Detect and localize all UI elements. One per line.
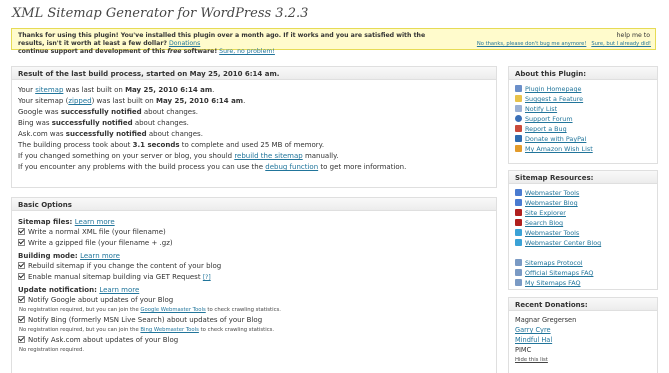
resource-sitemaps-protocol[interactable]: Sitemaps Protocol <box>515 258 651 268</box>
sitemap-link[interactable]: sitemap <box>35 86 63 94</box>
bing-icon <box>515 239 522 246</box>
notice-options: No thanks, please don't bug me anymore! … <box>477 41 651 47</box>
sitemap-resources-title: Sitemap Resources: <box>509 171 657 184</box>
result-box: Result of the last build process, starte… <box>11 66 497 188</box>
checkbox-google[interactable] <box>18 296 25 303</box>
note-ask: No registration required. <box>19 347 85 353</box>
amazon-icon <box>515 145 522 152</box>
result-line-rebuild: If you changed something on your server … <box>18 152 339 160</box>
note-google: No registration required, but you can jo… <box>19 307 281 313</box>
bing-webmaster-tools-link[interactable]: Bing Webmaster Tools <box>140 327 198 333</box>
about-item-notify[interactable]: Notify List <box>515 104 651 114</box>
about-plugin-title: About this Plugin: <box>509 67 657 80</box>
notice-line2-post: software! <box>183 48 218 55</box>
resource-my-faq[interactable]: My Sitemaps FAQ <box>515 278 651 288</box>
about-item-homepage[interactable]: Plugin Homepage <box>515 84 651 94</box>
recent-donations-title: Recent Donations: <box>509 298 657 311</box>
learn-more-link[interactable]: Learn more <box>80 252 120 260</box>
resource-official-faq[interactable]: Official Sitemaps FAQ <box>515 268 651 278</box>
building-mode-section: Building mode: Learn more <box>18 252 120 260</box>
learn-more-link[interactable]: Learn more <box>99 286 139 294</box>
result-line-debug: If you encounter any problems with the b… <box>18 163 407 171</box>
google-webmaster-tools-link[interactable]: Google Webmaster Tools <box>140 307 205 313</box>
yahoo-icon <box>515 219 522 226</box>
donor-link[interactable]: Mindful Hal <box>515 335 651 345</box>
resource-bing-webmaster-tools[interactable]: Webmaster Tools <box>515 228 651 238</box>
option-bing[interactable]: Notify Bing (formerly MSN Live Search) a… <box>18 315 490 326</box>
recent-donations-box: Recent Donations: Magnar Gregersen Garry… <box>508 297 658 373</box>
checkbox-bing[interactable] <box>18 316 25 323</box>
option-google[interactable]: Notify Google about updates of your Blog <box>18 295 490 306</box>
notice-message: Thanks for using this plugin! You've ins… <box>18 32 428 56</box>
checkbox-manual[interactable] <box>18 273 25 280</box>
result-line-ask: Ask.com was successfully notified about … <box>18 130 203 138</box>
result-line-google: Google was successfully notified about c… <box>18 108 198 116</box>
resource-google-webmaster-blog[interactable]: Webmaster Blog <box>515 198 651 208</box>
google-icon <box>515 189 522 196</box>
help-link[interactable]: [?] <box>203 274 211 281</box>
resource-gap <box>515 248 651 258</box>
sitemap-resources-box: Sitemap Resources: Webmaster Tools Webma… <box>508 170 658 290</box>
basic-options-box: Basic Options Sitemap files: Learn more … <box>11 197 497 373</box>
sitemap-files-section: Sitemap files: Learn more <box>18 218 115 226</box>
yahoo-icon <box>515 209 522 216</box>
sitemap-icon <box>515 279 522 286</box>
rebuild-sitemap-link[interactable]: rebuild the sitemap <box>234 152 302 160</box>
checkbox-rebuild[interactable] <box>18 262 25 269</box>
about-item-bug[interactable]: Report a Bug <box>515 124 651 134</box>
result-line-time: The building process took about 3.1 seco… <box>18 141 325 149</box>
resource-yahoo-site-explorer[interactable]: Site Explorer <box>515 208 651 218</box>
sitemap-icon <box>515 269 522 276</box>
about-item-suggest[interactable]: Suggest a Feature <box>515 94 651 104</box>
bug-icon <box>515 125 522 132</box>
about-item-amazon[interactable]: My Amazon Wish List <box>515 144 651 154</box>
update-notification-section: Update notification: Learn more <box>18 286 140 294</box>
learn-more-link[interactable]: Learn more <box>75 218 115 226</box>
result-line-zipped: Your sitemap (zipped) was last built on … <box>18 97 246 105</box>
debug-function-link[interactable]: debug function <box>265 163 318 171</box>
donor-name: PIMC <box>515 346 532 354</box>
checkbox-gz[interactable] <box>18 239 25 246</box>
donor-link[interactable]: Garry Cyre <box>515 325 651 335</box>
resource-yahoo-search-blog[interactable]: Search Blog <box>515 218 651 228</box>
bing-icon <box>515 229 522 236</box>
option-gz[interactable]: Write a gzipped file (your filename + .g… <box>18 238 490 249</box>
resource-google-webmaster-tools[interactable]: Webmaster Tools <box>515 188 651 198</box>
no-thanks-link[interactable]: No thanks, please don't bug me anymore! <box>477 41 586 47</box>
sitemap-icon <box>515 259 522 266</box>
page-title: XML Sitemap Generator for WordPress 3.2.… <box>12 6 309 21</box>
wordpress-icon <box>515 115 522 122</box>
result-line-sitemap: Your sitemap was last built on May 25, 2… <box>18 86 215 94</box>
mail-icon <box>515 105 522 112</box>
paypal-icon <box>515 135 522 142</box>
notice-line2: continue support and development of this <box>18 48 166 55</box>
google-icon <box>515 199 522 206</box>
notice-help-text: help me to <box>616 32 650 39</box>
already-did-link[interactable]: Sure, but I already did! <box>591 41 651 47</box>
zipped-link[interactable]: zipped <box>68 97 91 105</box>
option-rebuild[interactable]: Rebuild sitemap if you change the conten… <box>18 261 490 272</box>
option-manual[interactable]: Enable manual sitemap building via GET R… <box>18 272 490 283</box>
donor-name: Magnar Gregersen <box>515 316 577 324</box>
option-xml[interactable]: Write a normal XML file (your filename) <box>18 227 490 238</box>
home-icon <box>515 85 522 92</box>
about-plugin-box: About this Plugin: Plugin Homepage Sugge… <box>508 66 658 164</box>
hide-list-link[interactable]: Hide this list <box>515 355 651 365</box>
basic-options-title: Basic Options <box>12 198 496 211</box>
checkbox-xml[interactable] <box>18 228 25 235</box>
notice-bold-text: Thanks for using this plugin! You've ins… <box>18 32 426 47</box>
about-item-paypal[interactable]: Donate with PayPal <box>515 134 651 144</box>
result-title: Result of the last build process, starte… <box>12 67 496 80</box>
checkbox-ask[interactable] <box>18 336 25 343</box>
sure-no-problem-link[interactable]: Sure, no problem! <box>219 48 275 55</box>
lightbulb-icon <box>515 95 522 102</box>
option-ask[interactable]: Notify Ask.com about updates of your Blo… <box>18 335 490 346</box>
note-bing: No registration required, but you can jo… <box>19 327 275 333</box>
resource-bing-webmaster-center-blog[interactable]: Webmaster Center Blog <box>515 238 651 248</box>
donations-link[interactable]: Donations <box>169 40 200 47</box>
about-item-support[interactable]: Support Forum <box>515 114 651 124</box>
notice-free: free <box>167 48 182 55</box>
donation-notice: Thanks for using this plugin! You've ins… <box>11 28 656 55</box>
result-line-bing: Bing was successfully notified about cha… <box>18 119 189 127</box>
